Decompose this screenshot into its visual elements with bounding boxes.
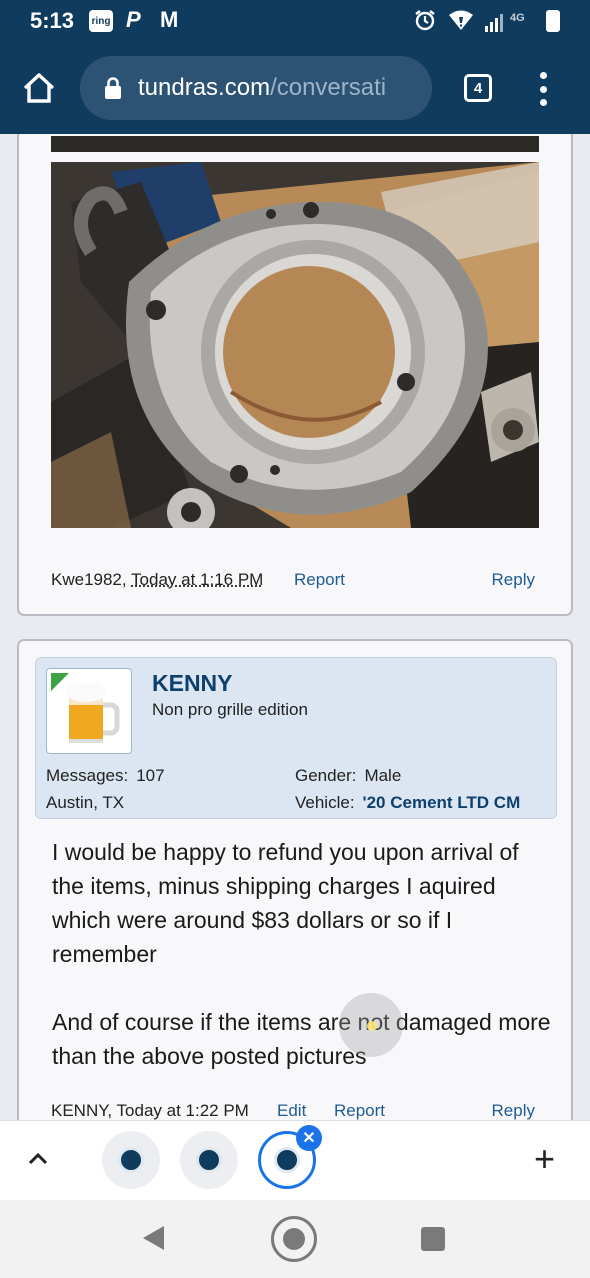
gmail-icon: M	[160, 7, 179, 32]
url-text: tundras.com/conversati	[138, 74, 386, 102]
address-bar-row: tundras.com/conversati 4	[0, 48, 590, 128]
gender-stat: Gender: Male	[295, 766, 401, 786]
close-tab-icon[interactable]: ✕	[296, 1125, 322, 1151]
vehicle-stat: Vehicle: '20 Cement LTD CM	[295, 793, 520, 813]
messages-value: 107	[136, 766, 165, 785]
touch-indicator	[339, 993, 403, 1057]
ring-icon: ring	[89, 10, 113, 32]
attached-image[interactable]	[51, 162, 539, 528]
post-author[interactable]: KENNY,	[51, 1101, 117, 1120]
post-timestamp[interactable]: Today at 1:16 PM	[131, 570, 263, 589]
gender-label: Gender:	[295, 766, 357, 785]
post-timestamp[interactable]: Today at 1:22 PM	[117, 1101, 249, 1120]
vehicle-label: Vehicle:	[295, 793, 355, 812]
location: Austin, TX	[46, 793, 125, 812]
tab-thumbnail[interactable]	[102, 1131, 160, 1189]
new-tab-icon[interactable]: +	[534, 1139, 555, 1179]
tab-thumbnail[interactable]	[180, 1131, 238, 1189]
tab-group-bar: ✕ +	[0, 1120, 590, 1200]
status-bar: 5:13 ring P M 4G	[0, 0, 590, 42]
forum-post: KENNY Non pro grille edition Messages: 10…	[17, 639, 573, 1120]
chevron-up-icon[interactable]	[26, 1147, 50, 1176]
post-message: I would be happy to refund you upon arri…	[52, 835, 552, 1073]
page-content[interactable]: Kwe1982, Today at 1:16 PM Report Reply K…	[0, 134, 590, 1120]
status-time: 5:13	[30, 8, 75, 33]
signal-icon	[484, 10, 508, 34]
forum-post: Kwe1982, Today at 1:16 PM Report Reply	[17, 134, 573, 616]
username[interactable]: KENNY	[152, 670, 233, 697]
site-favicon-icon	[118, 1147, 144, 1173]
url-field[interactable]: tundras.com/conversati	[80, 56, 432, 120]
network-type: 4G	[510, 12, 525, 24]
lock-icon	[104, 76, 122, 105]
vehicle-link[interactable]: '20 Cement LTD CM	[363, 793, 521, 812]
online-indicator	[51, 673, 69, 691]
battery-icon	[546, 10, 560, 32]
site-favicon-icon	[274, 1147, 300, 1173]
post-footer: Kwe1982, Today at 1:16 PM Report Reply	[51, 570, 539, 590]
tab-switcher-button[interactable]: 4	[464, 74, 492, 102]
messages-label: Messages:	[46, 766, 129, 785]
home-icon[interactable]	[22, 72, 56, 109]
wifi-icon	[448, 8, 474, 32]
site-favicon-icon	[196, 1147, 222, 1173]
recents-icon[interactable]	[421, 1227, 445, 1251]
overflow-menu-icon[interactable]	[536, 72, 550, 106]
system-navigation-bar	[0, 1200, 590, 1278]
avatar[interactable]	[46, 668, 132, 754]
attached-image-partial[interactable]	[51, 136, 539, 152]
message-paragraph: And of course if the items are not damag…	[52, 1009, 551, 1069]
report-link[interactable]: Report	[334, 1101, 385, 1120]
back-icon[interactable]	[140, 1224, 166, 1257]
url-path: /conversati	[270, 74, 387, 101]
report-link[interactable]: Report	[294, 570, 345, 590]
reply-link[interactable]: Reply	[492, 1101, 535, 1120]
browser-header: 5:13 ring P M 4G tundras.com/conversati …	[0, 0, 590, 134]
user-title: Non pro grille edition	[152, 700, 308, 719]
reply-link[interactable]: Reply	[492, 570, 535, 590]
user-info-card: KENNY Non pro grille edition Messages: 10…	[35, 657, 557, 819]
gender-value: Male	[364, 766, 402, 785]
url-domain: tundras.com	[138, 74, 271, 101]
home-button-icon[interactable]	[271, 1216, 317, 1262]
message-paragraph: I would be happy to refund you upon arri…	[52, 839, 519, 967]
post-author[interactable]: Kwe1982,	[51, 570, 131, 589]
alarm-icon	[414, 8, 436, 32]
messages-stat: Messages: 107	[46, 766, 165, 786]
paypal-icon: P	[126, 7, 141, 32]
post-footer: KENNY, Today at 1:22 PM Edit Report Repl…	[51, 1101, 539, 1120]
edit-link[interactable]: Edit	[277, 1101, 306, 1120]
